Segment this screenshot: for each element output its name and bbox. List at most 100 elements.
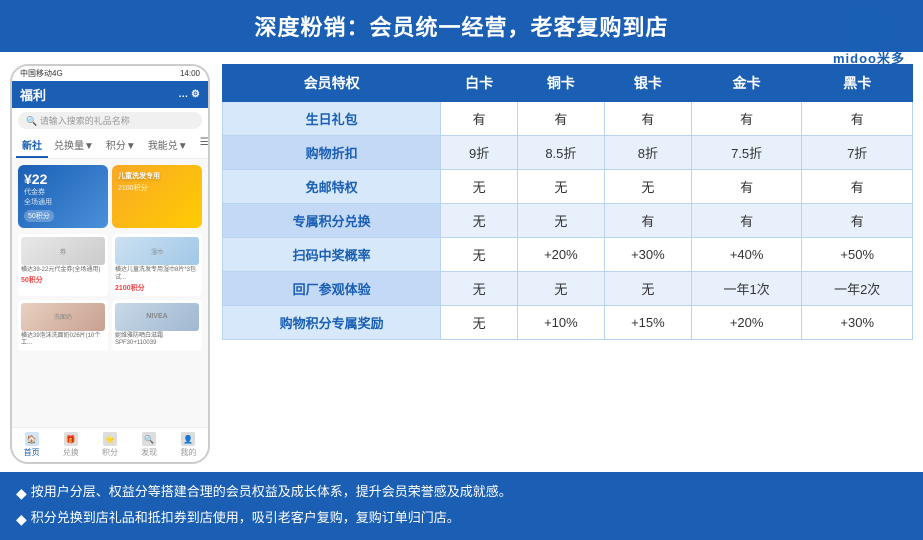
phone-nav-home[interactable]: 🏠 首页 — [24, 432, 40, 458]
table-cell-3-5: 有 — [802, 204, 913, 238]
table-cell-1-0: 购物折扣 — [223, 136, 441, 170]
phone-coupon-cards: ¥22 代金券 全场通用 50积分 儿童洗发专用 2100积分 — [18, 165, 202, 228]
table-row: 免邮特权无无无有有 — [223, 170, 913, 204]
table-cell-1-4: 7.5折 — [691, 136, 802, 170]
table-cell-4-1: 无 — [441, 238, 518, 272]
coupon-name: 代金券 — [24, 187, 102, 197]
phone-tab-1[interactable]: 兑换量▼ — [48, 133, 100, 158]
phone-product-2: 湿巾 横达儿童洗发专用湿巾8片*3包试... 2100积分 — [112, 234, 202, 296]
phone-nav-mine[interactable]: 👤 我的 — [180, 432, 196, 458]
table-cell-0-0: 生日礼包 — [223, 102, 441, 136]
phone-time: 14:00 — [180, 69, 200, 78]
product-4-img: NIVEA — [115, 303, 199, 331]
phone-card-coupon: ¥22 代金券 全场通用 50积分 — [18, 165, 108, 228]
phone-search-area: 🔍 请输入搜索的礼品名称 — [12, 108, 208, 133]
table-cell-5-1: 无 — [441, 272, 518, 306]
phone-carrier: 中国移动4G — [20, 68, 63, 79]
phone-nav-points[interactable]: ⭐ 积分 — [102, 432, 118, 458]
table-row: 专属积分兑换无无有有有 — [223, 204, 913, 238]
phone-search-bar[interactable]: 🔍 请输入搜索的礼品名称 — [18, 112, 202, 129]
logo-text: midoo米多 — [833, 48, 905, 67]
product-1-img: 券 — [21, 237, 105, 265]
footer-text-2: 积分兑换到店礼品和抵扣券到店使用，吸引老客户复购，复购订单归门店。 — [31, 506, 460, 529]
product-2-img: 湿巾 — [115, 237, 199, 265]
phone-app-title: 福利 — [20, 85, 46, 104]
table-cell-1-3: 8折 — [604, 136, 691, 170]
phone-mockup: 中国移动4G 14:00 福利 … ⚙ 🔍 请输入搜索的礼品名称 新社 兑换量▼… — [10, 64, 210, 464]
phone-app-header: 福利 … ⚙ — [12, 81, 208, 108]
table-cell-3-1: 无 — [441, 204, 518, 238]
phone-tab-4[interactable]: ☰ — [194, 133, 210, 158]
table-cell-1-2: 8.5折 — [517, 136, 604, 170]
table-cell-0-5: 有 — [802, 102, 913, 136]
phone-card-wet-wipe: 儿童洗发专用 2100积分 — [112, 165, 202, 228]
home-icon: 🏠 — [25, 432, 39, 446]
table-cell-2-1: 无 — [441, 170, 518, 204]
table-cell-4-5: +50% — [802, 238, 913, 272]
midoo-logo-icon — [850, 8, 888, 46]
table-header-white: 白卡 — [441, 65, 518, 102]
table-row: 购物积分专属奖励无+10%+15%+20%+30% — [223, 306, 913, 340]
nav-points-label: 积分 — [102, 447, 118, 458]
table-cell-5-5: 一年2次 — [802, 272, 913, 306]
product-1-desc: 横达39-22元代金券(全场通用) — [21, 267, 105, 275]
points-icon: ⭐ — [103, 432, 117, 446]
table-cell-5-2: 无 — [517, 272, 604, 306]
footer-text-1: 按用户分层、权益分等搭建合理的会员权益及成长体系，提升会员荣誉感及成就感。 — [31, 480, 512, 503]
phone-product-row-2: 洗面奶 横达39泡沫洗面奶026片(10个工... NIVEA 妮维雅防晒白滋霜… — [18, 300, 202, 352]
table-row: 生日礼包有有有有有 — [223, 102, 913, 136]
phone-product-3: 洗面奶 横达39泡沫洗面奶026片(10个工... — [18, 300, 108, 352]
table-cell-6-4: +20% — [691, 306, 802, 340]
table-cell-0-4: 有 — [691, 102, 802, 136]
table-cell-2-0: 免邮特权 — [223, 170, 441, 204]
product-1-price: 50积分 — [21, 275, 105, 285]
table-cell-0-1: 有 — [441, 102, 518, 136]
nav-exchange-label: 兑换 — [63, 447, 79, 458]
table-header-gold: 金卡 — [691, 65, 802, 102]
table-cell-6-1: 无 — [441, 306, 518, 340]
table-row: 回厂参观体验无无无一年1次一年2次 — [223, 272, 913, 306]
exchange-icon: 🎁 — [64, 432, 78, 446]
nav-home-label: 首页 — [24, 447, 40, 458]
nav-discover-label: 发现 — [141, 447, 157, 458]
phone-tabs: 新社 兑换量▼ 积分▼ 我能兑▼ ☰ — [12, 133, 208, 159]
table-cell-4-0: 扫码中奖概率 — [223, 238, 441, 272]
table-cell-2-5: 有 — [802, 170, 913, 204]
phone-status-bar: 中国移动4G 14:00 — [12, 66, 208, 81]
product-2-desc: 横达儿童洗发专用湿巾8片*3包试... — [115, 267, 199, 283]
discover-icon: 🔍 — [142, 432, 156, 446]
table-cell-2-4: 有 — [691, 170, 802, 204]
table-cell-0-2: 有 — [517, 102, 604, 136]
table-row: 购物折扣9折8.5折8折7.5折7折 — [223, 136, 913, 170]
table-cell-5-3: 无 — [604, 272, 691, 306]
member-privileges-table: 会员特权 白卡 铜卡 银卡 金卡 黑卡 生日礼包有有有有有购物折扣9折8.5折8… — [222, 64, 913, 340]
phone-tab-0[interactable]: 新社 — [16, 133, 48, 158]
phone-product-1: 券 横达39-22元代金券(全场通用) 50积分 — [18, 234, 108, 296]
phone-nav-exchange[interactable]: 🎁 兑换 — [63, 432, 79, 458]
table-cell-6-3: +15% — [604, 306, 691, 340]
bullet-1: ◆ — [16, 481, 27, 506]
footer-item-2: ◆ 积分兑换到店礼品和抵扣券到店使用，吸引老客户复购，复购订单归门店。 — [16, 506, 907, 532]
table-cell-2-2: 无 — [517, 170, 604, 204]
phone-nav-discover[interactable]: 🔍 发现 — [141, 432, 157, 458]
table-cell-4-2: +20% — [517, 238, 604, 272]
table-cell-3-0: 专属积分兑换 — [223, 204, 441, 238]
product-2-price: 2100积分 — [115, 283, 199, 293]
phone-product-row-1: 券 横达39-22元代金券(全场通用) 50积分 湿巾 横达儿童洗发专用湿巾8片… — [18, 234, 202, 296]
product-3-desc: 横达39泡沫洗面奶026片(10个工... — [21, 333, 105, 349]
table-cell-2-3: 无 — [604, 170, 691, 204]
coupon-points: 50积分 — [24, 210, 54, 222]
phone-tab-3[interactable]: 我能兑▼ — [142, 133, 194, 158]
table-cell-0-3: 有 — [604, 102, 691, 136]
phone-tab-2[interactable]: 积分▼ — [100, 133, 142, 158]
product-3-img: 洗面奶 — [21, 303, 105, 331]
table-header-bronze: 铜卡 — [517, 65, 604, 102]
nav-mine-label: 我的 — [180, 447, 196, 458]
search-icon: 🔍 — [26, 116, 40, 126]
table-cell-3-3: 有 — [604, 204, 691, 238]
table-header-black: 黑卡 — [802, 65, 913, 102]
phone-header-icons: … ⚙ — [178, 89, 200, 100]
product-4-desc: 妮维雅防晒白滋霜SPF30+110039 — [115, 333, 199, 349]
table-cell-4-4: +40% — [691, 238, 802, 272]
logo-area: midoo米多 — [833, 8, 905, 67]
